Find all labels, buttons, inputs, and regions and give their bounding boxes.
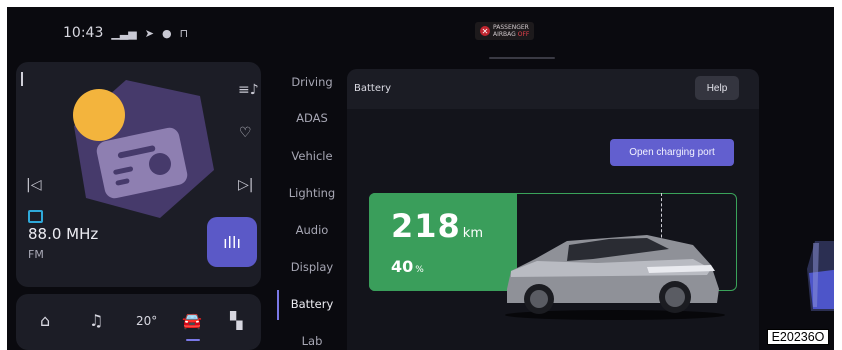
battery-panel: Battery Help Open charging port 218 km 4… [347,69,759,350]
radio-band: FM [28,248,44,261]
airbag-state: OFF [517,31,530,38]
passenger-airbag-indicator: ✕ PASSENGER AIRBAG OFF [475,22,535,40]
lock-icon: ⊓ [179,26,189,40]
dock-active-indicator [186,339,200,341]
nav-item-vehicle[interactable]: Vehicle [277,149,347,163]
range-readout: 218 km [391,207,483,245]
clock: 10:43 [63,25,104,41]
climate-button[interactable]: 20° [136,314,157,328]
airbag-icon: ✕ [480,26,490,36]
apps-icon[interactable]: ▚ [230,311,242,330]
previous-icon[interactable]: |◁ [26,177,41,193]
temperature-value: 20 [136,314,152,328]
waveform-icon: ıllı [223,232,241,252]
nav-item-audio[interactable]: Audio [277,223,347,237]
nav-item-lighting[interactable]: Lighting [277,186,347,200]
airbag-label-line2: AIRBAG [493,31,516,38]
navigation-icon: ➤ [144,26,154,40]
nav-item-display[interactable]: Display [277,260,347,274]
nav-item-lab[interactable]: Lab [277,334,347,348]
help-button[interactable]: Help [695,76,739,100]
panel-title: Battery [354,83,392,94]
playlist-icon[interactable]: ≡♪ [238,82,259,98]
media-pin-marker [21,72,23,86]
airbag-label-line1: PASSENGER [493,24,529,31]
status-bar: 10:43 ▁▃▅ ➤ ● ⊓ [63,25,188,41]
percent-value: 40 [391,257,414,276]
radio-source-icon [28,210,43,223]
nav-item-battery[interactable]: Battery [277,297,347,311]
figure-code: E20236O [767,329,829,345]
percent-readout: 40 % [391,257,424,276]
nav-item-driving[interactable]: Driving [277,75,347,89]
glass-image [807,241,834,311]
radio-frequency: 88.0 MHz [28,225,99,243]
home-icon[interactable]: ⌂ [40,311,50,330]
favorite-icon[interactable]: ♡ [239,125,252,141]
range-value: 218 [391,207,461,245]
signal-icon: ▁▃▅ [111,26,137,40]
infotainment-screen: 10:43 ▁▃▅ ➤ ● ⊓ ✕ PASSENGER AIRBAG OFF ≡… [7,7,834,350]
media-card: ≡♪ ♡ |◁ ▷| 88.0 MHz FM ıllı [16,62,261,287]
open-charging-port-button[interactable]: Open charging port [610,139,734,166]
temperature-unit: ° [151,314,158,328]
vehicle-image [505,235,725,320]
microphone-icon: ● [161,26,172,40]
radio-icon [73,80,214,218]
range-unit: km [462,226,483,241]
next-icon[interactable]: ▷| [238,177,253,193]
car-icon[interactable]: 🚘 [182,311,202,330]
waveform-button[interactable]: ıllı [207,217,257,267]
percent-unit: % [415,265,424,275]
drag-handle[interactable] [489,57,555,59]
bottom-dock: ⌂ ♫ 20° 🚘 ▚ [16,294,261,350]
nav-item-adas[interactable]: ADAS [277,111,347,125]
music-icon[interactable]: ♫ [89,311,103,330]
